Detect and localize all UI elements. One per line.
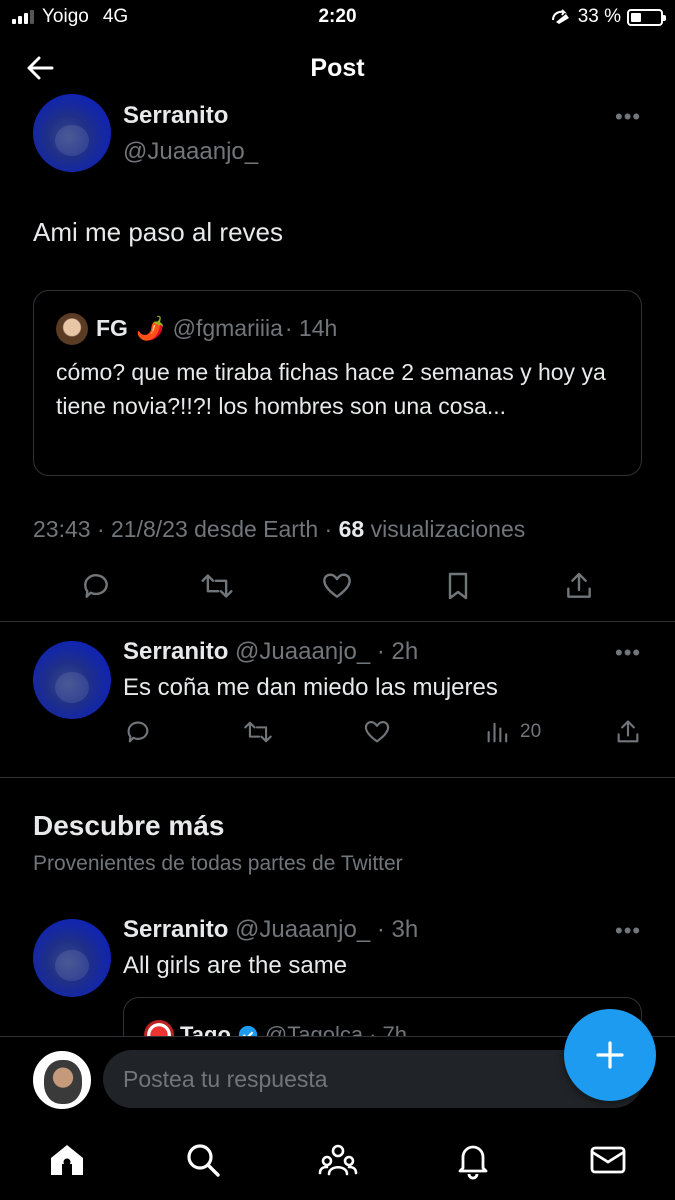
compose-button[interactable] <box>564 1009 656 1101</box>
reply-views-button[interactable]: 20 <box>484 718 541 746</box>
discover-subtitle: Provenientes de todas partes de Twitter <box>33 852 403 875</box>
quoted-text: cómo? que me tiraba fichas hace 2 semana… <box>56 359 606 419</box>
discover-post-header: Serranito @Juaaanjo_ · 3h <box>123 916 418 944</box>
analytics-icon <box>487 722 508 743</box>
views-count: 68 <box>338 516 365 542</box>
quoted-author-name: FG <box>96 315 128 341</box>
plus-icon <box>596 1041 624 1069</box>
chili-emoji: 🌶️ <box>135 315 165 341</box>
notifications-icon[interactable] <box>453 1140 493 1180</box>
bookmark-icon <box>448 572 468 600</box>
home-icon[interactable] <box>47 1140 87 1180</box>
repost-icon <box>201 574 233 598</box>
reply-avatar[interactable] <box>33 641 111 719</box>
share-button[interactable] <box>563 570 595 602</box>
page-title: Post <box>310 54 365 82</box>
reply-more-options-icon[interactable]: ••• <box>615 642 641 664</box>
header: Post <box>0 36 675 102</box>
discover-title: Descubre más <box>33 810 225 841</box>
post-text: Ami me paso al reves <box>33 217 283 247</box>
reply-reply-button[interactable] <box>124 718 152 746</box>
reply-repost-button[interactable] <box>243 718 273 746</box>
discover-more-options-icon[interactable]: ••• <box>615 920 641 942</box>
reply-author-handle[interactable]: @Juaaanjo_ <box>235 638 370 665</box>
reply-icon <box>127 721 149 743</box>
divider <box>0 621 675 622</box>
avatar[interactable] <box>33 94 111 172</box>
post-actions <box>0 568 675 608</box>
discover-author-handle[interactable]: @Juaaanjo_ <box>235 916 370 943</box>
share-icon <box>567 572 591 598</box>
reply-text: Es coña me dan miedo las mujeres <box>123 674 498 701</box>
author-name[interactable]: Serranito <box>123 102 228 130</box>
search-icon[interactable] <box>183 1140 223 1180</box>
reply-like-button[interactable] <box>363 718 391 746</box>
divider <box>0 777 675 778</box>
discover-time: · 3h <box>376 916 419 943</box>
battery-icon <box>627 8 666 26</box>
heart-icon <box>364 721 390 743</box>
repost-icon <box>244 721 272 743</box>
current-user-avatar[interactable] <box>33 1051 91 1109</box>
views-label: visualizaciones <box>364 516 526 542</box>
reply-input[interactable] <box>103 1050 643 1108</box>
communities-icon[interactable] <box>318 1140 358 1180</box>
reply-header: Serranito @Juaaanjo_ · 2h <box>123 638 418 666</box>
reply-views-count: 20 <box>520 721 542 742</box>
post-meta: 23:43 · 21/8/23 desde Earth · 68 visuali… <box>33 516 525 543</box>
post-timestamp: 23:43 · 21/8/23 desde Earth · <box>33 516 339 542</box>
discover-author-name[interactable]: Serranito <box>123 916 228 943</box>
like-button[interactable] <box>321 570 353 602</box>
author-handle[interactable]: @Juaaanjo_ <box>123 138 258 166</box>
reply-button[interactable] <box>80 570 112 602</box>
reply-time: · 2h <box>376 638 419 665</box>
battery-label: 33 % <box>577 6 621 27</box>
quoted-post[interactable]: FG 🌶️ @fgmariiia · 14h cómo? que me tira… <box>33 290 642 476</box>
discover-post-text: All girls are the same <box>123 952 348 979</box>
repost-button[interactable] <box>200 570 234 602</box>
orientation-lock-icon <box>551 9 569 24</box>
reply-share-button[interactable] <box>614 718 642 746</box>
discover-avatar[interactable] <box>33 919 111 997</box>
messages-icon[interactable] <box>588 1140 628 1180</box>
quoted-time: · 14h <box>284 315 338 341</box>
heart-icon <box>323 573 351 598</box>
reply-author-name[interactable]: Serranito <box>123 638 228 665</box>
more-options-icon[interactable]: ••• <box>615 106 641 128</box>
share-icon <box>617 720 639 743</box>
bottom-tab-bar <box>0 1122 675 1200</box>
status-bar: Yoigo 4G 2:20 33 % <box>0 0 675 36</box>
quoted-author-handle: @fgmariiia <box>172 315 283 341</box>
reply-icon <box>84 574 108 598</box>
quoted-avatar <box>56 313 88 345</box>
bookmark-button[interactable] <box>442 570 474 602</box>
